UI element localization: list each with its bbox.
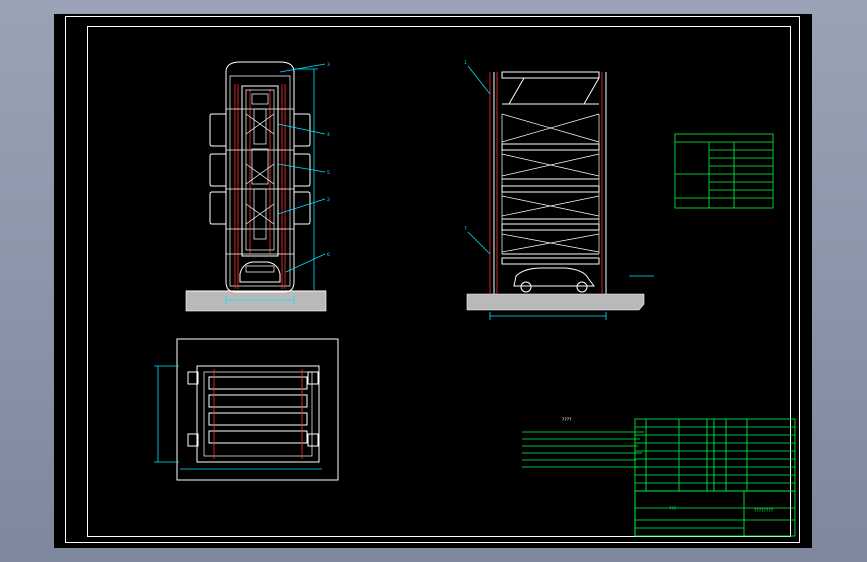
- front-balloons: 3 4 5 2 6: [327, 62, 330, 258]
- parameter-table: [674, 133, 774, 209]
- front-ground-base: [185, 290, 327, 312]
- side-ground-base: [466, 293, 645, 311]
- drawing-code: ????????: [754, 508, 774, 514]
- plan-frame: [176, 338, 339, 481]
- cad-viewport[interactable]: 3 4 5 2 6 1 7 ???? ???????? ???: [54, 14, 812, 548]
- balloon-7: 7: [464, 226, 467, 232]
- balloon-5: 5: [327, 170, 330, 176]
- front-view: 3 4 5 2 6: [185, 61, 330, 312]
- side-view: 1 7: [464, 60, 654, 320]
- inner-frame: [87, 26, 791, 537]
- outer-frame: [65, 16, 800, 543]
- technical-notes: ????: [522, 417, 644, 468]
- notes-title: ????: [562, 417, 572, 423]
- drawing-canvas: 3 4 5 2 6 1 7 ???? ???????? ???: [65, 16, 800, 543]
- balloon-1: 1: [464, 60, 467, 66]
- title-block: ???????? ???: [634, 418, 796, 537]
- balloon-4: 4: [327, 132, 330, 138]
- balloon-3: 3: [327, 62, 330, 68]
- plan-view: [154, 338, 339, 481]
- balloon-6: 6: [327, 252, 330, 258]
- scale-label: ???: [669, 506, 677, 512]
- balloon-2: 2: [327, 197, 330, 203]
